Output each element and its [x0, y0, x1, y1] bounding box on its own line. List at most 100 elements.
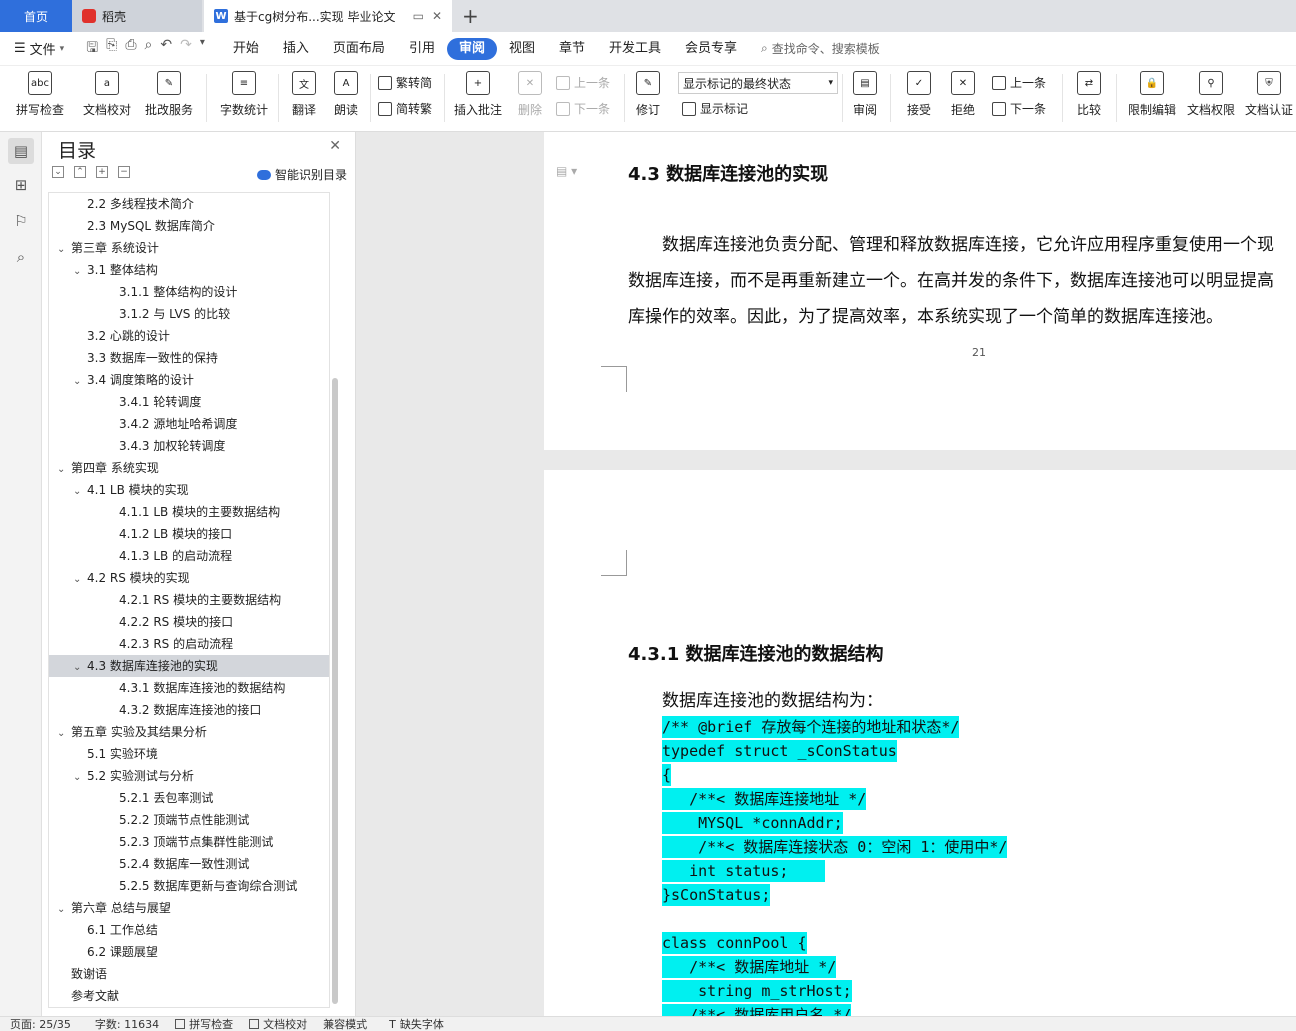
toc-item[interactable]: 5.1 实验环境 [49, 743, 329, 765]
toc-item[interactable]: 5.2.4 数据库一致性测试 [49, 853, 329, 875]
prev-change-button[interactable]: 上一条 [992, 74, 1046, 91]
search-icon[interactable]: ⌕ [8, 244, 34, 270]
chevron-down-icon[interactable]: ⌄ [73, 657, 87, 679]
navigation-icon[interactable]: ⊞ [8, 172, 34, 198]
toc-item[interactable]: 6.1 工作总结 [49, 919, 329, 941]
toc-item[interactable]: ⌄ 3.1 整体结构 [49, 259, 329, 283]
export-icon[interactable]: ⎘ [106, 37, 117, 61]
quick-more-icon[interactable]: ▾ [200, 37, 205, 61]
command-search[interactable]: ⌕ 查找命令、搜索模板 [761, 40, 880, 57]
menu-item[interactable]: 视图 [497, 38, 547, 60]
next-change-button[interactable]: 下一条 [992, 100, 1046, 117]
toc-scrollbar[interactable] [332, 378, 338, 1004]
print-icon[interactable]: ⎙ [125, 37, 136, 61]
chevron-down-icon[interactable]: ⌄ [57, 899, 71, 921]
toc-item[interactable]: ⌄ 第四章 系统实现 [49, 457, 329, 481]
page-indicator[interactable]: 页面: 25/35 [10, 1016, 71, 1031]
status-doc-proof[interactable]: 文档校对 [249, 1016, 307, 1031]
toc-item[interactable]: ⌄ 5.2 实验测试与分析 [49, 765, 329, 789]
toc-item[interactable]: ⌄ 3.4 调度策略的设计 [49, 369, 329, 393]
prev-comment-button[interactable]: 上一条 [556, 74, 610, 91]
menu-item[interactable]: 会员专享 [673, 38, 749, 60]
doc-cert-button[interactable]: ⛨ 文档认证 [1242, 66, 1296, 132]
menu-item[interactable]: 开发工具 [597, 38, 673, 60]
chevron-down-icon[interactable]: ⌄ [57, 723, 71, 745]
toc-item[interactable]: 3.3 数据库一致性的保持 [49, 347, 329, 369]
tab-document[interactable]: W 基于cg树分布...实现 毕业论文 ▭ ✕ [204, 0, 452, 32]
review-button[interactable]: ▤ 审阅 [846, 66, 884, 132]
bookmark-icon[interactable]: ⚐ [8, 208, 34, 234]
toc-item[interactable]: 5.2.1 丢包率测试 [49, 787, 329, 809]
to-traditional-button[interactable]: 繁转简 [378, 74, 432, 91]
reject-button[interactable]: ✕ 拒绝 [944, 66, 982, 132]
menu-item[interactable]: 页面布局 [321, 38, 397, 60]
toc-item[interactable]: 4.3.1 数据库连接池的数据结构 [49, 677, 329, 699]
toc-item[interactable]: 2.3 MySQL 数据库简介 [49, 215, 329, 237]
chevron-down-icon[interactable]: ⌄ [73, 371, 87, 393]
toc-item[interactable]: 4.2.3 RS 的启动流程 [49, 633, 329, 655]
toc-item[interactable]: 致谢语 [49, 963, 329, 985]
paragraph-menu-icon[interactable]: ▤ ▾ [556, 164, 577, 178]
plus-icon[interactable]: + [96, 166, 108, 178]
chevron-down-icon[interactable]: ⌄ [57, 459, 71, 481]
toc-item[interactable]: 3.1.2 与 LVS 的比较 [49, 303, 329, 325]
accept-button[interactable]: ✓ 接受 [900, 66, 938, 132]
expand-up-icon[interactable]: ⌃ [74, 166, 86, 178]
menu-item[interactable]: 章节 [547, 38, 597, 60]
show-marks-button[interactable]: 显示标记 [682, 100, 748, 117]
toc-item[interactable]: 3.2 心跳的设计 [49, 325, 329, 347]
pin-icon[interactable]: ▭ [413, 9, 424, 23]
menu-item[interactable]: 审阅 [446, 37, 497, 60]
word-count-button[interactable]: ≡ 字数统计 [216, 66, 272, 132]
toc-item[interactable]: 4.3.2 数据库连接池的接口 [49, 699, 329, 721]
toc-item[interactable]: 5.2.5 数据库更新与查询综合测试 [49, 875, 329, 897]
delete-comment-button[interactable]: ✕ 删除 [510, 66, 550, 132]
toc-item[interactable]: 2.2 多线程技术简介 [49, 193, 329, 215]
toc-item[interactable]: ⌄ 4.3 数据库连接池的实现 [49, 655, 329, 679]
redo-icon[interactable]: ↷ [180, 37, 192, 61]
toc-item[interactable]: 5.2.2 顶端节点性能测试 [49, 809, 329, 831]
toc-item[interactable]: ⌄ 4.1 LB 模块的实现 [49, 479, 329, 503]
tab-home[interactable]: 首页 [0, 0, 72, 32]
menu-item[interactable]: 引用 [397, 38, 447, 60]
batch-service-button[interactable]: ✎ 批改服务 [138, 66, 200, 132]
doc-proof-button[interactable]: a 文档校对 [78, 66, 136, 132]
toc-panel-icon[interactable]: ▤ [8, 138, 34, 164]
toc-item[interactable]: 参考文献 [49, 985, 329, 1007]
toc-item[interactable]: 3.4.2 源地址哈希调度 [49, 413, 329, 435]
toc-item[interactable]: 4.1.3 LB 的启动流程 [49, 545, 329, 567]
toc-item[interactable]: 5.2.3 顶端节点集群性能测试 [49, 831, 329, 853]
menu-item[interactable]: 插入 [271, 38, 321, 60]
display-state-select[interactable]: 显示标记的最终状态 ▾ [678, 72, 838, 94]
chevron-down-icon[interactable]: ⌄ [57, 239, 71, 261]
toc-item[interactable]: ⌄ 第六章 总结与展望 [49, 897, 329, 921]
toc-item[interactable]: 3.1.1 整体结构的设计 [49, 281, 329, 303]
collapse-all-icon[interactable]: ⌄ [52, 166, 64, 178]
toc-item[interactable]: 4.2.1 RS 模块的主要数据结构 [49, 589, 329, 611]
insert-comment-button[interactable]: + 插入批注 [452, 66, 504, 132]
undo-icon[interactable]: ↶ [160, 37, 172, 61]
next-comment-button[interactable]: 下一条 [556, 100, 610, 117]
minus-icon[interactable]: − [118, 166, 130, 178]
toc-item[interactable]: 4.2.2 RS 模块的接口 [49, 611, 329, 633]
print-preview-icon[interactable]: ⌕ [145, 37, 153, 61]
translate-button[interactable]: 文翻译 [284, 66, 324, 132]
toc-item[interactable]: 6.2 课题展望 [49, 941, 329, 963]
chevron-down-icon[interactable]: ⌄ [73, 481, 87, 503]
compare-button[interactable]: ⇄ 比较 [1070, 66, 1108, 132]
toc-item[interactable]: 4.1.1 LB 模块的主要数据结构 [49, 501, 329, 523]
toc-item[interactable]: 3.4.3 加权轮转调度 [49, 435, 329, 457]
missing-font-button[interactable]: T 缺失字体 [389, 1016, 444, 1031]
chevron-down-icon[interactable]: ⌄ [73, 569, 87, 591]
menu-item[interactable]: 开始 [221, 38, 271, 60]
close-icon[interactable]: ✕ [329, 138, 341, 154]
status-spell-check[interactable]: 拼写检查 [175, 1016, 233, 1031]
toc-item[interactable]: ⌄ 第三章 系统设计 [49, 237, 329, 261]
revise-button[interactable]: ✎ 修订 [630, 66, 666, 132]
close-icon[interactable]: ✕ [432, 9, 442, 23]
save-icon[interactable]: 🖫 [86, 37, 98, 61]
chevron-down-icon[interactable]: ⌄ [73, 261, 87, 283]
chevron-down-icon[interactable]: ⌄ [73, 767, 87, 789]
smart-recognize-button[interactable]: 智能识别目录 [256, 166, 347, 183]
spell-check-button[interactable]: abc 拼写检查 [10, 66, 70, 132]
